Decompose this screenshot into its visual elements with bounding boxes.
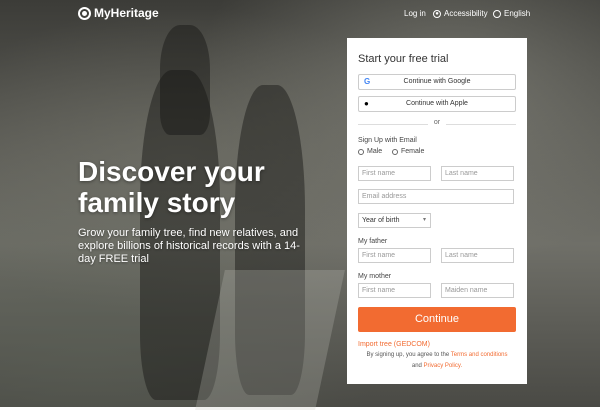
father-first-name-input[interactable]: First name xyxy=(358,248,431,263)
logo-icon xyxy=(78,6,91,20)
brand-name: MyHeritage xyxy=(94,6,159,20)
language-selector[interactable]: English xyxy=(493,9,530,18)
radio-circle xyxy=(392,148,398,155)
legal-and: and xyxy=(411,363,422,369)
accessibility-icon: ● xyxy=(433,9,441,18)
accessibility-label: Accessibility xyxy=(444,9,488,18)
email-signup-label: Sign Up with Email xyxy=(358,137,417,144)
legal-notice: By signing up, you agree to the Terms an… xyxy=(358,350,516,372)
signup-card: Start your free trial G Continue with Go… xyxy=(347,38,527,384)
globe-icon xyxy=(493,9,501,18)
father-label: My father xyxy=(358,238,388,245)
language-label: English xyxy=(504,9,531,18)
legal-prefix: By signing up, you agree to the xyxy=(366,352,450,358)
google-signin-button[interactable]: G Continue with Google xyxy=(358,74,516,90)
apple-icon: ● xyxy=(364,99,369,108)
or-divider: or xyxy=(358,119,516,126)
apple-signin-button[interactable]: ● Continue with Apple xyxy=(358,96,516,112)
gender-female-label: Female xyxy=(401,148,425,155)
mother-first-name-input[interactable]: First name xyxy=(358,283,431,298)
mother-maiden-name-input[interactable]: Maiden name xyxy=(441,283,514,298)
hero-subtext: Grow your family tree, find new relative… xyxy=(78,227,300,265)
privacy-link[interactable]: Privacy Policy. xyxy=(424,363,463,369)
email-input[interactable]: Email address xyxy=(358,189,514,204)
gender-male-label: Male xyxy=(367,148,383,155)
apple-button-label: Continue with Apple xyxy=(406,100,468,107)
brand-logo[interactable]: MyHeritage xyxy=(78,6,159,20)
mother-label: My mother xyxy=(358,273,392,280)
accessibility-link[interactable]: ● Accessibility xyxy=(433,9,488,18)
google-button-label: Continue with Google xyxy=(403,78,471,85)
signup-title: Start your free trial xyxy=(358,53,449,65)
year-of-birth-select[interactable]: Year of birth ▾ xyxy=(358,213,431,228)
first-name-input[interactable]: First name xyxy=(358,166,431,181)
chevron-down-icon: ▾ xyxy=(422,217,426,223)
continue-button[interactable]: Continue xyxy=(358,307,516,332)
login-link[interactable]: Log in xyxy=(404,9,426,18)
import-gedcom-link[interactable]: Import tree (GEDCOM) xyxy=(358,341,430,348)
radio-circle xyxy=(358,148,364,155)
photo-figure-child xyxy=(160,25,210,135)
last-name-input[interactable]: Last name xyxy=(441,166,514,181)
year-of-birth-value: Year of birth xyxy=(362,217,400,224)
terms-link[interactable]: Terms and conditions xyxy=(451,352,508,358)
gender-female-radio[interactable]: Female xyxy=(392,148,424,155)
google-icon: G xyxy=(364,77,371,86)
gender-male-radio[interactable]: Male xyxy=(358,148,382,155)
father-last-name-input[interactable]: Last name xyxy=(441,248,514,263)
hero-headline: Discover your family story xyxy=(78,156,265,218)
top-navigation: MyHeritage Log in ● Accessibility Englis… xyxy=(0,0,600,30)
